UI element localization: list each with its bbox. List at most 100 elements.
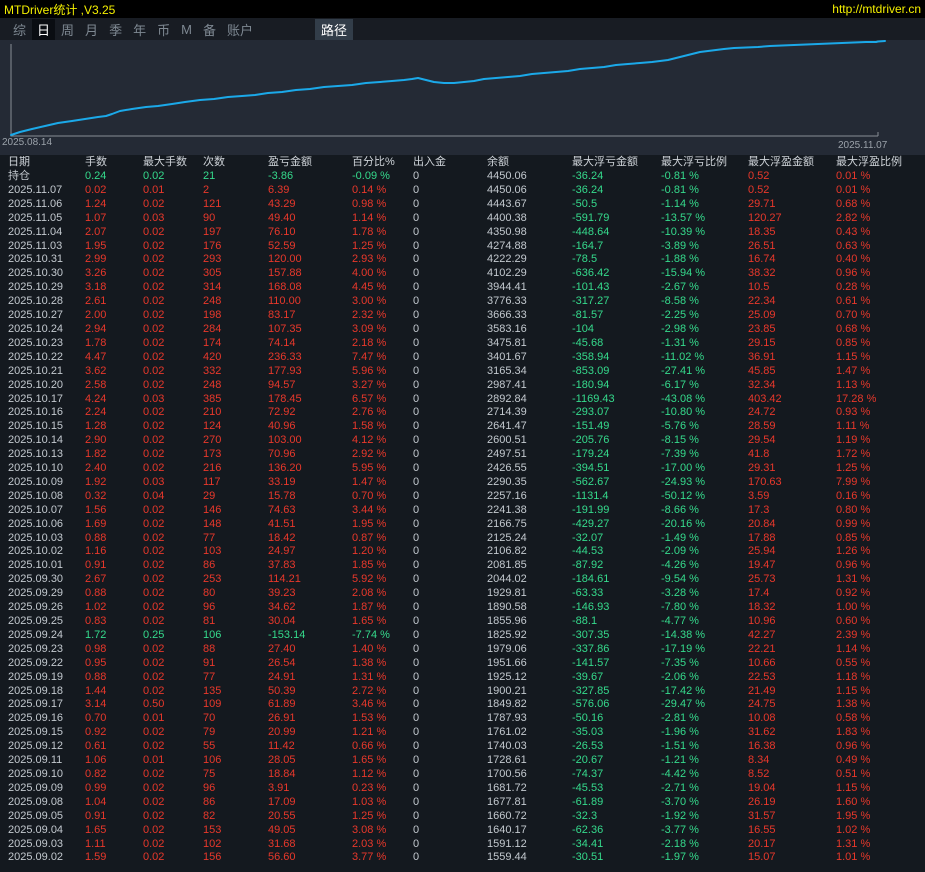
table-row[interactable]: 2025.10.24 2.94 0.02 284 107.35 3.09 % 0 3583.1…	[0, 323, 925, 337]
row-cell: 2.99	[85, 253, 107, 266]
table-row[interactable]: 2025.10.09 1.92 0.03 117 33.19 1.47 % 0 2290.35…	[0, 476, 925, 490]
table-row[interactable]: 2025.10.30 3.26 0.02 305 157.88 4.00 % 0 4102.2…	[0, 267, 925, 281]
row-cell: 0	[413, 489, 420, 502]
table-row[interactable]: 2025.09.10 0.82 0.02 75 18.84 1.12 % 0 1700.56 -…	[0, 768, 925, 782]
row-cell: 0.23 %	[352, 781, 387, 794]
table-row[interactable]: 2025.10.03 0.88 0.02 77 18.42 0.87 % 0 2125.24 -…	[0, 532, 925, 546]
table-row[interactable]: 2025.09.04 1.65 0.02 153 49.05 3.08 % 0 1640.17…	[0, 824, 925, 838]
row-cell: 2.82 %	[836, 211, 871, 224]
row-date: 2025.09.17	[8, 698, 64, 711]
table-row[interactable]: 2025.09.24 1.72 0.25 106 -153.14 -7.74 % 0 1825…	[0, 629, 925, 643]
table-row[interactable]: 2025.09.30 2.67 0.02 253 114.21 5.92 % 0 2044.0…	[0, 573, 925, 587]
row-cell: 86	[203, 559, 216, 572]
table-row[interactable]: 2025.10.13 1.82 0.02 173 70.96 2.92 % 0 2497.51…	[0, 448, 925, 462]
table-row[interactable]: 2025.09.15 0.92 0.02 79 20.99 1.21 % 0 1761.02 -…	[0, 726, 925, 740]
table-row[interactable]: 2025.10.31 2.99 0.02 293 120.00 2.93 % 0 4222.2…	[0, 253, 925, 267]
table-row[interactable]: 2025.10.01 0.91 0.02 86 37.83 1.85 % 0 2081.85 -…	[0, 559, 925, 573]
row-cell: -394.51	[572, 462, 610, 475]
menu-item-月[interactable]: 月	[80, 19, 103, 40]
menu-item-综[interactable]: 综	[8, 19, 31, 40]
row-cell: 24.75	[748, 698, 776, 711]
table-row[interactable]: 2025.10.28 2.61 0.02 248 110.00 3.00 % 0 3776.3…	[0, 295, 925, 309]
table-row[interactable]: 2025.10.23 1.78 0.02 174 74.14 2.18 % 0 3475.81…	[0, 337, 925, 351]
table-row[interactable]: 2025.10.29 3.18 0.02 314 168.08 4.45 % 0 3944.4…	[0, 281, 925, 295]
table-row[interactable]: 2025.09.17 3.14 0.50 109 61.89 3.46 % 0 1849.82…	[0, 698, 925, 712]
table-row[interactable]: 2025.09.25 0.83 0.02 81 30.04 1.65 % 0 1855.96 -…	[0, 615, 925, 629]
table-row[interactable]: 2025.10.27 2.00 0.02 198 83.17 2.32 % 0 3666.33…	[0, 309, 925, 323]
menu-item-M[interactable]: M	[176, 21, 197, 38]
row-cell: 197	[203, 225, 222, 238]
table-row[interactable]: 2025.09.02 1.59 0.02 156 56.60 3.77 % 0 1559.44…	[0, 851, 925, 865]
row-cell: -7.80 %	[661, 601, 699, 614]
table-row[interactable]: 2025.10.21 3.62 0.02 332 177.93 5.96 % 0 3165.3…	[0, 365, 925, 379]
row-cell: -0.81 %	[661, 170, 699, 182]
table-row[interactable]: 2025.09.22 0.95 0.02 91 26.54 1.38 % 0 1951.66 -…	[0, 657, 925, 671]
row-cell: 3.14	[85, 698, 107, 711]
row-cell: 0	[413, 253, 420, 266]
row-cell: 17.88	[748, 531, 776, 544]
menu-item-日[interactable]: 日	[32, 18, 56, 40]
table-row[interactable]: 2025.09.18 1.44 0.02 135 50.39 2.72 % 0 1900.21…	[0, 685, 925, 699]
row-cell: 75	[203, 767, 216, 780]
row-date: 2025.10.06	[8, 517, 64, 530]
row-cell: 1.01 %	[836, 851, 871, 864]
row-cell: -74.37	[572, 767, 604, 780]
row-cell: -7.35 %	[661, 656, 699, 669]
table-row[interactable]: 2025.10.16 2.24 0.02 210 72.92 2.76 % 0 2714.39…	[0, 406, 925, 420]
menu-item-年[interactable]: 年	[128, 19, 151, 40]
table-row[interactable]: 2025.10.07 1.56 0.02 146 74.63 3.44 % 0 2241.38…	[0, 504, 925, 518]
table-row[interactable]: 2025.09.26 1.02 0.02 96 34.62 1.87 % 0 1890.58 -…	[0, 601, 925, 615]
table-row[interactable]: 2025.10.20 2.58 0.02 248 94.57 3.27 % 0 2987.41…	[0, 379, 925, 393]
row-date: 2025.10.17	[8, 392, 64, 405]
table-row[interactable]: 2025.10.06 1.69 0.02 148 41.51 1.95 % 0 2166.75…	[0, 518, 925, 532]
row-cell: 19.04	[748, 781, 776, 794]
row-cell: 2497.51	[487, 448, 527, 461]
table-row[interactable]: 2025.11.05 1.07 0.03 90 49.40 1.14 % 0 4400.38 -…	[0, 212, 925, 226]
row-cell: 0.99	[85, 781, 107, 794]
row-cell: -1.88 %	[661, 253, 699, 266]
table-row[interactable]: 2025.10.17 4.24 0.03 385 178.45 6.57 % 0 2892.8…	[0, 393, 925, 407]
row-cell: 4.45 %	[352, 281, 387, 294]
row-cell: 174	[203, 336, 222, 349]
row-cell: 16.74	[748, 253, 776, 266]
app-url-link[interactable]: http://mtdriver.cn	[832, 2, 921, 16]
table-row[interactable]: 2025.09.12 0.61 0.02 55 11.42 0.66 % 0 1740.03 -…	[0, 740, 925, 754]
table-row[interactable]: 2025.09.09 0.99 0.02 96 3.91 0.23 % 0 1681.72 -4…	[0, 782, 925, 796]
row-cell: -8.58 %	[661, 295, 699, 308]
table-row[interactable]: 2025.10.10 2.40 0.02 216 136.20 5.95 % 0 2426.5…	[0, 462, 925, 476]
table-row[interactable]: 2025.10.02 1.16 0.02 103 24.97 1.20 % 0 2106.82…	[0, 545, 925, 559]
menu-item-备[interactable]: 备	[198, 19, 221, 40]
menu-item-季[interactable]: 季	[104, 19, 127, 40]
table-row[interactable]: 2025.10.08 0.32 0.04 29 15.78 0.70 % 0 2257.16 -…	[0, 490, 925, 504]
table-row[interactable]: 2025.09.29 0.88 0.02 80 39.23 2.08 % 0 1929.81 -…	[0, 587, 925, 601]
row-cell: 0.02	[143, 642, 165, 655]
table-row[interactable]: 2025.09.08 1.04 0.02 86 17.09 1.03 % 0 1677.81 -…	[0, 796, 925, 810]
row-cell: 0.02	[143, 684, 165, 697]
table-row[interactable]: 2025.09.03 1.11 0.02 102 31.68 2.03 % 0 1591.12…	[0, 838, 925, 852]
path-button[interactable]: 路径	[314, 18, 353, 40]
row-cell: 0	[413, 684, 420, 697]
table-row[interactable]: 2025.11.07 0.02 0.01 2 6.39 0.14 % 0 4450.06 -36…	[0, 184, 925, 198]
row-cell: 1.13 %	[836, 378, 871, 391]
table-row[interactable]: 2025.11.04 2.07 0.02 197 76.10 1.78 % 0 4350.98…	[0, 226, 925, 240]
table-row[interactable]: 2025.09.16 0.70 0.01 70 26.91 1.53 % 0 1787.93 -…	[0, 712, 925, 726]
row-cell: 253	[203, 573, 222, 586]
table-row[interactable]: 2025.11.03 1.95 0.02 176 52.59 1.25 % 0 4274.88…	[0, 240, 925, 254]
row-cell: 26.91	[268, 712, 296, 725]
table-row[interactable]: 2025.09.23 0.98 0.02 88 27.40 1.40 % 0 1979.06 -…	[0, 643, 925, 657]
table-row[interactable]: 2025.09.05 0.91 0.02 82 20.55 1.25 % 0 1660.72 -…	[0, 810, 925, 824]
row-cell: 1.14 %	[836, 642, 871, 655]
row-cell: 173	[203, 448, 222, 461]
row-cell: -179.24	[572, 448, 610, 461]
table-row[interactable]: 2025.09.11 1.06 0.01 106 28.05 1.65 % 0 1728.61…	[0, 754, 925, 768]
row-cell: 1.44	[85, 684, 107, 697]
table-row[interactable]: 2025.10.14 2.90 0.02 270 103.00 4.12 % 0 2600.5…	[0, 434, 925, 448]
menu-item-周[interactable]: 周	[56, 19, 79, 40]
menu-item-账户[interactable]: 账户	[222, 19, 258, 40]
table-row[interactable]: 持仓 0.24 0.02 21 -3.86 -0.09 % 0 4450.06 -36.24 -0…	[0, 170, 925, 184]
menu-item-币[interactable]: 币	[152, 19, 175, 40]
table-row[interactable]: 2025.10.15 1.28 0.02 124 40.96 1.58 % 0 2641.47…	[0, 420, 925, 434]
table-row[interactable]: 2025.10.22 4.47 0.02 420 236.33 7.47 % 0 3401.6…	[0, 351, 925, 365]
table-row[interactable]: 2025.09.19 0.88 0.02 77 24.91 1.31 % 0 1925.12 -…	[0, 671, 925, 685]
table-row[interactable]: 2025.11.06 1.24 0.02 121 43.29 0.98 % 0 4443.67…	[0, 198, 925, 212]
